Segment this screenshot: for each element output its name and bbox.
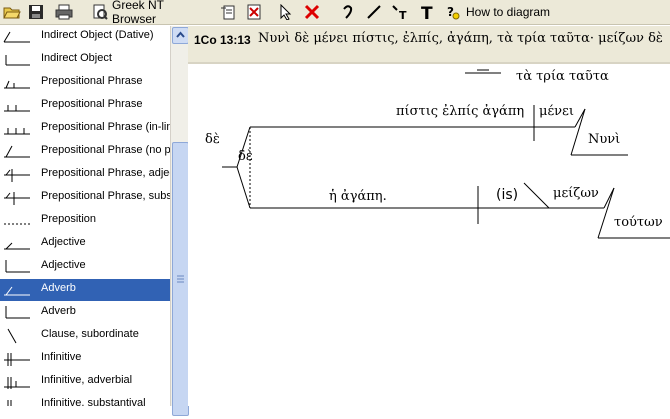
diagram-word-predicate-adjective[interactable]: μείζων <box>553 186 599 201</box>
scroll-up-button[interactable] <box>172 27 189 44</box>
infinitive-adverbial-icon <box>4 377 30 389</box>
svg-text:T: T <box>399 9 407 20</box>
delete-document-icon[interactable] <box>244 2 264 22</box>
sidebar-item-label: Infinitive, substantival <box>41 397 146 406</box>
prep-phrase-subs-icon <box>4 192 30 205</box>
sidebar-item-prepositional-phrase-inline[interactable]: Prepositional Phrase (in-lin <box>0 118 170 140</box>
open-folder-icon[interactable] <box>2 2 22 22</box>
sidebar-item-label: Adverb <box>41 305 76 317</box>
sidebar-item-prepositional-phrase[interactable]: Prepositional Phrase <box>0 95 170 117</box>
sidebar-item-adverb[interactable]: Adverb <box>0 279 170 301</box>
sidebar-item-infinitive-substantival[interactable]: Infinitive, substantival <box>0 394 170 406</box>
verse-text: Νυνὶ δὲ μένει πίστις, ἐλπίς, ἀγάπη, τὰ τ… <box>258 31 663 46</box>
sidebar-item-label: Indirect Object <box>41 52 112 64</box>
sidebar-item-preposition[interactable]: Preposition <box>0 210 170 232</box>
delete-icon[interactable] <box>302 2 322 22</box>
sidebar-item-prepositional-phrase-adjectival[interactable]: Prepositional Phrase, adjec <box>0 164 170 186</box>
sidebar-item-label: Adverb <box>41 282 76 294</box>
prep-phrase-icon <box>4 80 30 89</box>
diagram-word-adverb[interactable]: Νυνὶ <box>588 132 620 147</box>
line-tool-icon[interactable] <box>364 2 384 22</box>
save-icon[interactable] <box>26 2 46 22</box>
help-icon[interactable]: ? <box>446 2 460 22</box>
diagram-word-subject-2[interactable]: ἡ ἀγάπη. <box>329 189 387 204</box>
greek-nt-browser-button[interactable]: Greek NT Browser <box>112 0 202 26</box>
sidebar-item-prepositional-phrase[interactable]: Prepositional Phrase <box>0 72 170 94</box>
verse-reference: 1Co 13:13 <box>194 33 251 47</box>
sidebar-item-label: Prepositional Phrase <box>41 98 143 110</box>
diagram-word-verb-2[interactable]: (is) <box>496 187 518 203</box>
sidebar-item-label: Adjective <box>41 236 86 248</box>
pointer-icon[interactable] <box>276 2 296 22</box>
sidebar-item-label: Preposition <box>41 213 97 225</box>
prep-phrase-no-prep-icon <box>4 145 30 158</box>
prep-phrase-icon <box>4 105 30 112</box>
diagram-word-compound-subject[interactable]: πίστις ἐλπίς ἀγάπη <box>396 104 524 119</box>
adverb-icon <box>5 306 30 319</box>
grip-icon <box>177 275 184 283</box>
diagram-word-verb-1[interactable]: μένει <box>539 104 574 119</box>
toolbar: Greek NT Browser T T ? How to diagram <box>0 0 670 26</box>
sidebar-diagram-elements: Indirect Object (Dative) Indirect Object… <box>0 26 170 406</box>
sidebar-item-adjective[interactable]: Adjective <box>0 233 170 255</box>
diagram-canvas[interactable]: τὰ τρία ταῦτα πίστις ἐλπίς ἀγάπη μένει Ν… <box>188 64 670 406</box>
sidebar-item-label: Adjective <box>41 259 86 271</box>
sidebar-item-clause-subordinate[interactable]: Clause, subordinate <box>0 325 170 347</box>
sidebar-item-indirect-object-dative[interactable]: Indirect Object (Dative) <box>0 26 170 48</box>
prep-phrase-adj-icon <box>4 169 30 182</box>
sidebar-item-label: Indirect Object (Dative) <box>41 29 154 41</box>
chevron-up-icon <box>176 31 185 38</box>
curve-line-icon[interactable] <box>338 2 358 22</box>
sidebar-item-prepositional-phrase-substantival[interactable]: Prepositional Phrase, subs <box>0 187 170 209</box>
prep-phrase-inline-icon <box>4 128 30 135</box>
sidebar-item-adverb[interactable]: Adverb <box>0 302 170 324</box>
diagram-word-genitive[interactable]: τούτων <box>614 215 663 230</box>
diagram-word-conjunction-inner[interactable]: δὲ <box>238 149 253 164</box>
how-to-diagram-button[interactable]: How to diagram <box>466 2 556 22</box>
sidebar-item-prepositional-phrase-no-prep[interactable]: Prepositional Phrase (no pr <box>0 141 170 163</box>
scroll-thumb[interactable] <box>172 142 189 416</box>
infinitive-substantival-icon <box>7 400 12 406</box>
sidebar-item-infinitive-adverbial[interactable]: Infinitive, adverbial <box>0 371 170 393</box>
indirect-object-dative-icon <box>3 31 30 43</box>
sidebar-item-label: Clause, subordinate <box>41 328 139 340</box>
sidebar-item-infinitive[interactable]: Infinitive <box>0 348 170 370</box>
sidebar-item-label: Prepositional Phrase, subs <box>41 190 170 202</box>
sidebar-item-label: Prepositional Phrase, adjec <box>41 167 170 179</box>
diagram-word-top-modifier[interactable]: τὰ τρία ταῦτα <box>516 69 609 84</box>
svg-text:T: T <box>421 4 433 20</box>
adjective-icon <box>4 242 30 250</box>
print-icon[interactable] <box>54 2 74 22</box>
text-tool-icon[interactable]: T <box>418 2 438 22</box>
document-icon[interactable] <box>218 2 238 22</box>
preposition-dotted-icon <box>4 223 30 225</box>
verse-header: 1Co 13:13 Νυνὶ δὲ μένει πίστις, ἐλπίς, ἀ… <box>188 26 670 64</box>
adverb-icon <box>4 286 30 296</box>
clause-subordinate-icon <box>7 328 17 344</box>
sidebar-item-label: Prepositional Phrase <box>41 75 143 87</box>
sidebar-item-label: Infinitive <box>41 351 82 363</box>
sidebar-scrollbar[interactable] <box>170 26 189 416</box>
sidebar-item-label: Prepositional Phrase (no pr <box>41 144 170 156</box>
browser-icon[interactable] <box>90 2 110 22</box>
adjective-icon <box>5 260 30 273</box>
sidebar-item-label: Prepositional Phrase (in-lin <box>41 121 170 133</box>
infinitive-icon <box>4 353 30 366</box>
sidebar-item-adjective[interactable]: Adjective <box>0 256 170 278</box>
diagram-word-conjunction-outer[interactable]: δὲ <box>205 132 220 147</box>
sidebar-item-label: Infinitive, adverbial <box>41 374 133 386</box>
indirect-object-icon <box>5 55 30 66</box>
slanted-text-icon[interactable]: T <box>390 2 412 22</box>
sidebar-item-indirect-object[interactable]: Indirect Object <box>0 49 170 71</box>
